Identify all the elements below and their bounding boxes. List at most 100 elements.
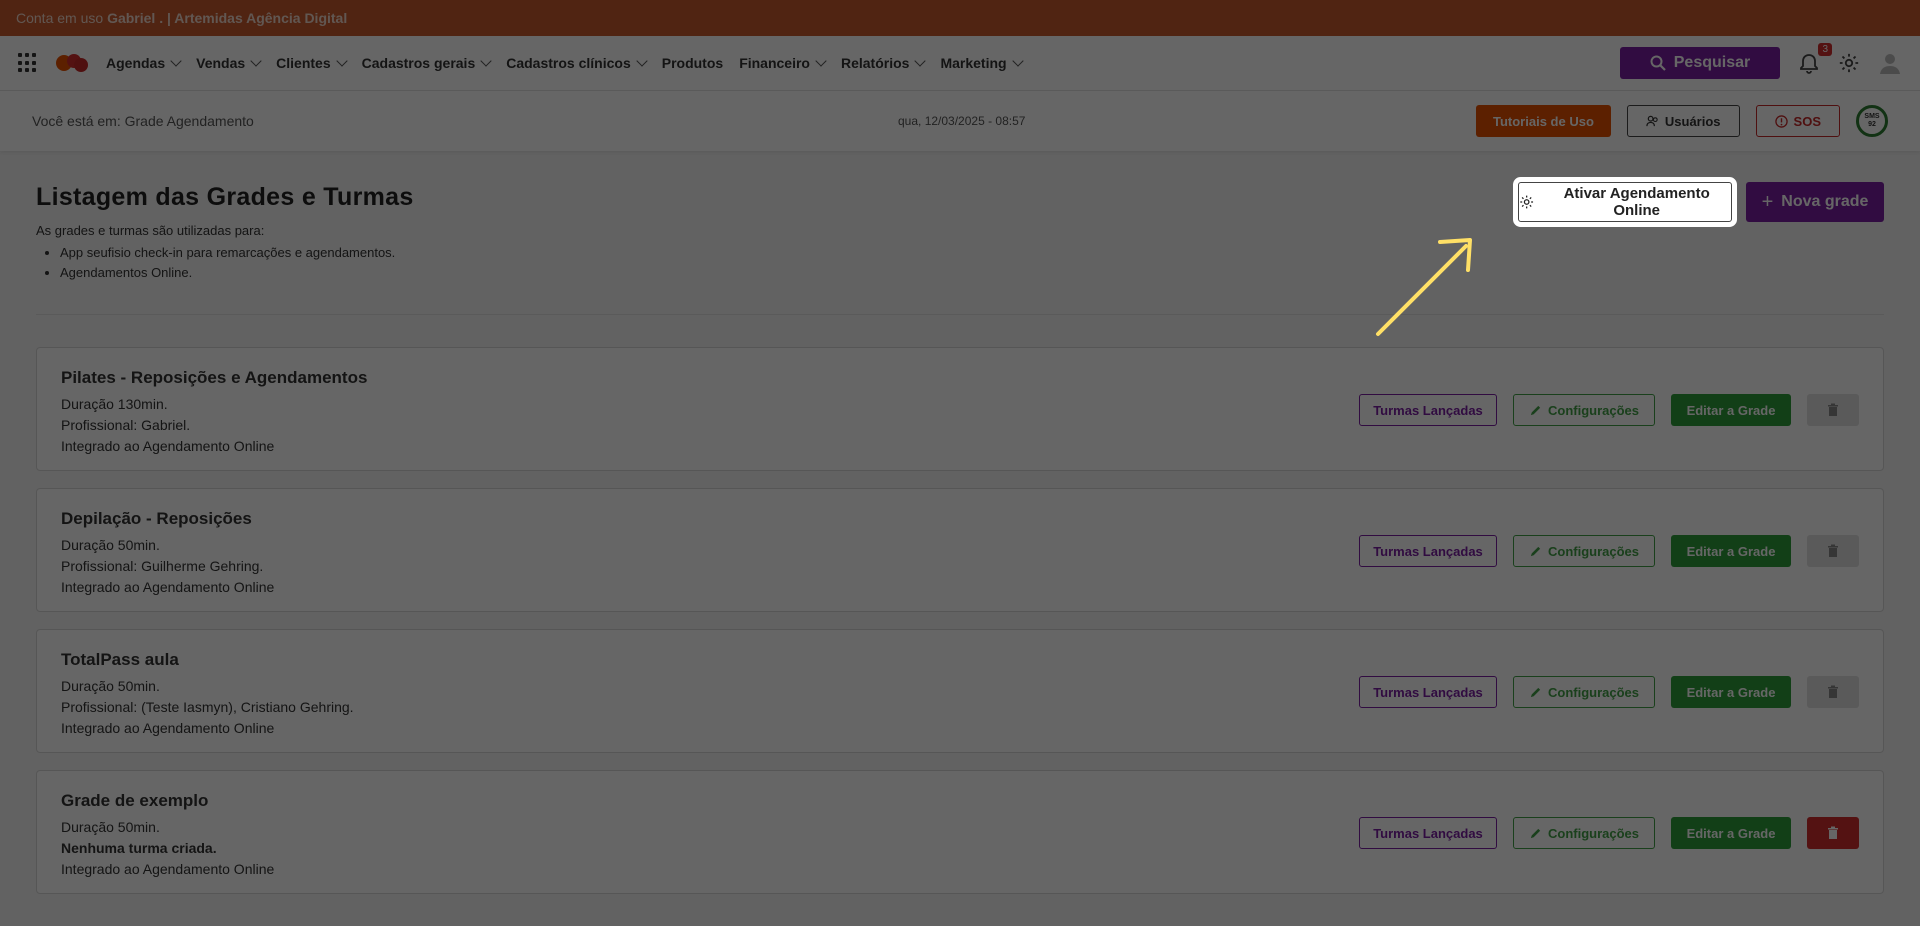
configuracoes-label: Configurações — [1547, 684, 1639, 700]
configuracoes-label: Configurações — [1547, 402, 1639, 418]
nav-item-vendas[interactable]: Vendas — [196, 55, 262, 71]
alert-circle-icon — [1774, 114, 1788, 128]
nav-item-marketing[interactable]: Marketing — [940, 55, 1024, 71]
chevron-down-icon — [815, 55, 827, 67]
activate-online-scheduling-label: Ativar Agendamento Online — [1563, 185, 1710, 219]
gear-icon — [1520, 195, 1534, 209]
configuracoes-button[interactable]: Configurações — [1513, 394, 1655, 426]
nav-item-label: Vendas — [196, 55, 246, 71]
nav-item-label: Agendas — [106, 55, 166, 71]
page-title: Listagem das Grades e Turmas — [36, 183, 414, 211]
apps-grid-icon[interactable] — [18, 53, 38, 73]
nav-item-label: Financeiro — [739, 55, 810, 71]
configuracoes-label: Configurações — [1547, 543, 1639, 559]
new-grade-button[interactable]: + Nova grade — [1746, 182, 1884, 222]
nav-item-clientes[interactable]: Clientes — [276, 55, 348, 71]
grade-detail-line: Integrado ao Agendamento Online — [61, 438, 275, 454]
bell-icon — [1800, 54, 1818, 74]
gear-icon[interactable] — [1838, 52, 1860, 74]
sos-button[interactable]: SOS — [1755, 105, 1840, 137]
nav-item-label: Relatórios — [840, 55, 910, 71]
new-grade-label: Nova grade — [1781, 193, 1869, 210]
nav-item-cadastros-cl-nicos[interactable]: Cadastros clínicos — [506, 55, 648, 71]
grade-actions: Turmas Lançadas Configurações Editar a Gra… — [1359, 817, 1859, 849]
nav-item-label: Produtos — [661, 55, 724, 71]
activate-online-scheduling-button[interactable]: Ativar Agendamento Online — [1518, 182, 1732, 222]
grade-list: Pilates - Reposições e Agendamentos Duraç… — [36, 347, 1884, 894]
search-icon — [1650, 55, 1666, 71]
account-name: Gabriel . | Artemidas Agência Digital — [107, 10, 348, 26]
intro-list-item: Agendamentos Online. — [60, 263, 395, 283]
pencil-icon — [1530, 546, 1541, 556]
turmas-lancadas-button[interactable]: Turmas Lançadas — [1359, 394, 1497, 426]
account-banner-prefix: Conta em uso — [16, 10, 104, 26]
edit-grade-button[interactable]: Editar a Grade — [1671, 394, 1791, 426]
chevron-down-icon — [1011, 55, 1024, 67]
edit-grade-button[interactable]: Editar a Grade — [1671, 535, 1791, 567]
sms-credits-label: SMS 92 — [1864, 113, 1880, 128]
chevron-down-icon — [335, 55, 348, 67]
grade-actions: Turmas Lançadas Configurações Editar a Gra… — [1359, 394, 1859, 426]
nav-menu: Agendas Vendas Clientes Cadastros gerais Cad… — [106, 55, 1024, 71]
nav-item-financeiro[interactable]: Financeiro — [739, 55, 827, 71]
edit-grade-button[interactable]: Editar a Grade — [1671, 817, 1791, 849]
users-button-label: Usuários — [1664, 113, 1721, 129]
configuracoes-button[interactable]: Configurações — [1513, 535, 1655, 567]
configuracoes-label: Configurações — [1547, 825, 1639, 841]
nav-item-label: Cadastros gerais — [361, 55, 476, 71]
chevron-down-icon — [250, 55, 262, 67]
sms-credits-badge[interactable]: SMS 92 — [1856, 105, 1888, 137]
grade-actions: Turmas Lançadas Configurações Editar a Gra… — [1359, 535, 1859, 567]
delete-grade-button[interactable] — [1807, 394, 1859, 426]
highlight-arrow-icon — [1376, 238, 1472, 336]
search-button[interactable]: Pesquisar — [1620, 47, 1780, 79]
intro-list: App seufisio check-in para remarcações e… — [60, 243, 395, 283]
trash-icon — [1828, 544, 1838, 557]
turmas-lancadas-button[interactable]: Turmas Lançadas — [1359, 535, 1497, 567]
grade-detail-line: Integrado ao Agendamento Online — [61, 579, 275, 595]
grade-detail-line: Integrado ao Agendamento Online — [61, 720, 275, 736]
sos-button-label: SOS — [1793, 113, 1821, 129]
nav-item-label: Cadastros clínicos — [506, 55, 631, 71]
nav-item-cadastros-gerais[interactable]: Cadastros gerais — [361, 55, 492, 71]
configuracoes-button[interactable]: Configurações — [1513, 676, 1655, 708]
edit-grade-button[interactable]: Editar a Grade — [1671, 676, 1791, 708]
grade-title: Pilates - Reposições e Agendamentos — [61, 368, 368, 387]
search-button-label: Pesquisar — [1673, 54, 1751, 71]
page-header: Listagem das Grades e Turmas As grades e… — [36, 151, 1884, 315]
chevron-down-icon — [170, 55, 182, 67]
turmas-lancadas-button[interactable]: Turmas Lançadas — [1359, 676, 1497, 708]
delete-grade-button[interactable] — [1807, 817, 1859, 849]
breadcrumb: Você está em: Grade Agendamento — [32, 113, 254, 129]
user-avatar-icon[interactable] — [1878, 51, 1902, 75]
delete-grade-button[interactable] — [1807, 676, 1859, 708]
tutorials-button[interactable]: Tutoriais de Uso — [1476, 105, 1611, 137]
users-icon — [1646, 115, 1658, 126]
chevron-down-icon — [636, 55, 648, 67]
current-datetime: qua, 12/03/2025 - 08:57 — [898, 114, 1026, 128]
grade-card: TotalPass aula Duração 50min. Profissional… — [36, 629, 1884, 753]
chevron-down-icon — [914, 55, 927, 67]
grade-title: Grade de exemplo — [61, 791, 209, 810]
pencil-icon — [1530, 828, 1541, 838]
grade-title: Depilação - Reposições — [61, 509, 252, 528]
delete-grade-button[interactable] — [1807, 535, 1859, 567]
notifications-button[interactable]: 3 — [1798, 43, 1832, 74]
turmas-lancadas-button[interactable]: Turmas Lançadas — [1359, 817, 1497, 849]
trash-icon — [1828, 685, 1838, 698]
grade-card: Depilação - Reposições Duração 50min. Prof… — [36, 488, 1884, 612]
intro-list-item: App seufisio check-in para remarcações e… — [60, 243, 395, 263]
nav-item-relat-rios[interactable]: Relatórios — [840, 55, 927, 71]
brand-logo-icon[interactable] — [54, 52, 90, 74]
nav-item-agendas[interactable]: Agendas — [106, 55, 182, 71]
nav-item-label: Clientes — [276, 55, 331, 71]
trash-icon — [1828, 826, 1838, 839]
main-content: Listagem das Grades e Turmas As grades e… — [0, 151, 1920, 894]
users-button[interactable]: Usuários — [1626, 105, 1740, 137]
configuracoes-button[interactable]: Configurações — [1513, 817, 1655, 849]
nav-item-produtos[interactable]: Produtos — [662, 55, 723, 71]
main-nav: Agendas Vendas Clientes Cadastros gerais Cad… — [0, 36, 1920, 91]
plus-icon: + — [1761, 190, 1774, 213]
chevron-down-icon — [480, 55, 492, 67]
notification-count-badge: 3 — [1818, 43, 1832, 56]
